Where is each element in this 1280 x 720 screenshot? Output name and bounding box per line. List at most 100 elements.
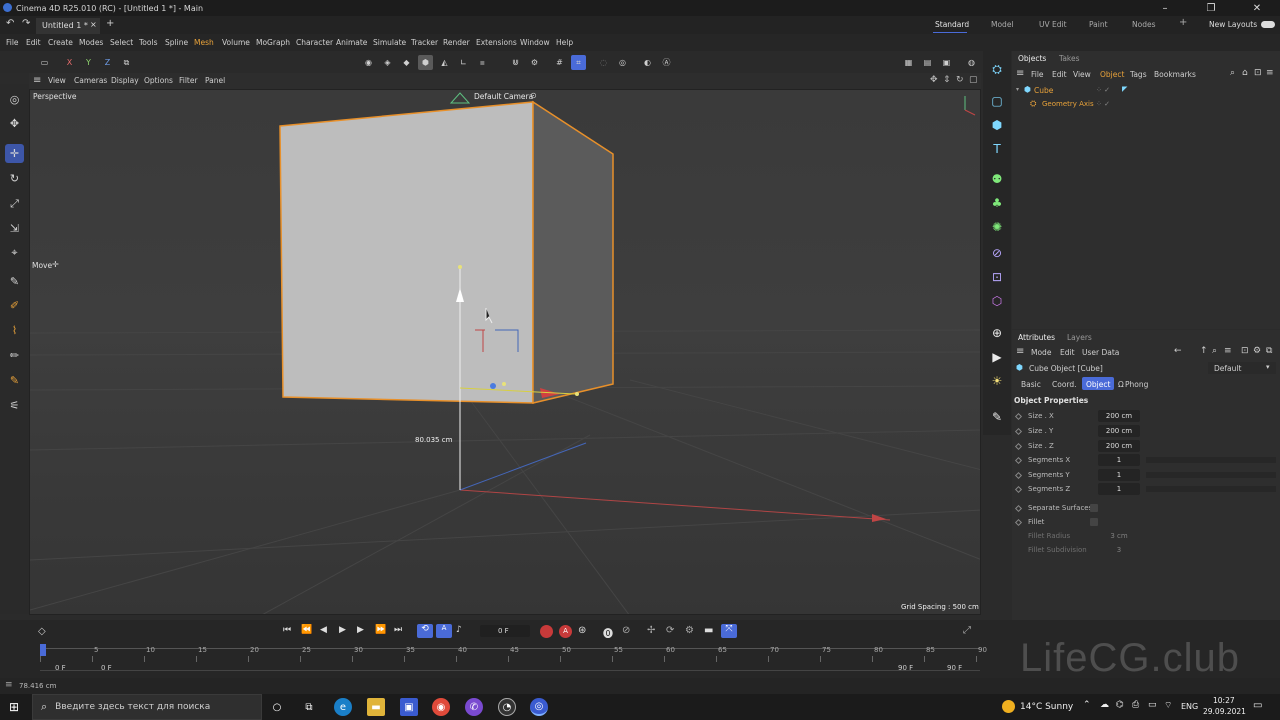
scale-key-icon[interactable]: ✢ xyxy=(647,625,655,636)
viewport-maximize-icon[interactable]: ▢ xyxy=(969,75,978,85)
field-icon[interactable]: ⊡ xyxy=(987,267,1007,287)
up-arrow-icon[interactable]: ↑ xyxy=(1200,346,1208,356)
objects-hamburger-icon[interactable]: ≡ xyxy=(1016,68,1024,79)
windows-start-icon[interactable]: ⊞ xyxy=(9,700,19,714)
points-mode-icon[interactable]: ◉ xyxy=(361,55,376,70)
pencil-icon[interactable]: ✎ xyxy=(5,371,24,390)
current-frame-field[interactable]: 0 F xyxy=(480,625,530,637)
layout-model[interactable]: Model xyxy=(991,20,1014,29)
property-size-y[interactable]: Size . Y 200 cm xyxy=(1012,425,1280,439)
visibility-icon[interactable]: ⁘ ✓ xyxy=(1096,100,1110,108)
cube-object-icon[interactable]: ⬢ xyxy=(987,115,1007,135)
render-view-icon[interactable]: ▦ xyxy=(901,55,916,70)
property-segments-z[interactable]: Segments Z 1 xyxy=(1012,483,1280,497)
add-tab-button[interactable]: + xyxy=(106,18,114,29)
light-object-icon[interactable]: ☀ xyxy=(987,371,1007,391)
lock-icon[interactable]: ⊡ xyxy=(1254,68,1262,78)
transform-icon[interactable]: ⇲ xyxy=(5,219,24,238)
menu-select[interactable]: Select xyxy=(110,38,133,47)
keyframe-icon[interactable] xyxy=(1014,456,1023,465)
property-separate-surfaces[interactable]: Separate Surfaces xyxy=(1012,502,1280,516)
property-value[interactable]: 200 cm xyxy=(1098,440,1140,452)
objects-menu-edit[interactable]: Edit xyxy=(1052,70,1067,79)
text-object-icon[interactable]: T xyxy=(987,139,1007,159)
workplane-icon[interactable]: ▭ xyxy=(37,55,52,70)
keyframe-icon[interactable] xyxy=(1014,504,1023,513)
transform-multi-icon[interactable]: ⌖ xyxy=(5,243,24,262)
tray-arrow-icon[interactable]: ⌃ xyxy=(1083,700,1091,710)
clock-date[interactable]: 29.09.2021 xyxy=(1203,707,1246,716)
property-segments-y[interactable]: Segments Y 1 xyxy=(1012,469,1280,483)
menu-render[interactable]: Render xyxy=(443,38,470,47)
menu-extensions[interactable]: Extensions xyxy=(476,38,517,47)
keyframe-icon[interactable] xyxy=(1014,518,1023,527)
quantize-icon[interactable]: # xyxy=(552,55,567,70)
spline-sketch-icon[interactable]: ✐ xyxy=(5,296,24,315)
checkbox[interactable] xyxy=(1090,518,1098,526)
viber-icon[interactable]: ✆ xyxy=(465,698,483,716)
attributes-settings-icon[interactable]: ⚙ xyxy=(1253,346,1261,356)
segments-slider[interactable] xyxy=(1146,457,1276,463)
redshift-icon[interactable]: ◍ xyxy=(964,55,979,70)
interpolation-icon[interactable]: ⤧ xyxy=(721,624,737,638)
axis-mode-icon[interactable]: ∟ xyxy=(456,55,471,70)
soft-select-icon[interactable]: ◌ xyxy=(596,55,611,70)
language-indicator[interactable]: ENG xyxy=(1181,702,1198,711)
playback-rate-icon[interactable]: A xyxy=(436,624,452,638)
tag-icon[interactable]: ◤ xyxy=(1122,85,1127,93)
viewport[interactable]: Perspective Default Camera ⊙ Move ✛ 80.0… xyxy=(29,89,981,615)
keyframe-icon[interactable] xyxy=(1014,485,1023,494)
taskbar-search[interactable]: ⌕ Введите здесь текст для поиска xyxy=(32,694,262,720)
rotate-tool-icon[interactable]: ↻ xyxy=(5,169,24,188)
viewport-zoom-icon[interactable]: ⇕ xyxy=(943,75,951,85)
weather-icon[interactable] xyxy=(1002,700,1015,713)
close-tab-icon[interactable]: × xyxy=(90,20,97,29)
knife-icon[interactable]: ⚟ xyxy=(5,396,24,415)
null-object-icon[interactable]: ▢ xyxy=(987,91,1007,111)
move-tool-icon[interactable]: ✛ xyxy=(5,144,24,163)
render-icon[interactable]: Ⓐ xyxy=(659,55,674,70)
home-icon[interactable]: ⌂ xyxy=(1242,68,1248,78)
tab-layers[interactable]: Layers xyxy=(1067,333,1092,342)
chrome-icon[interactable]: ◉ xyxy=(432,698,450,716)
grid-snap-icon[interactable]: ⌗ xyxy=(571,55,586,70)
attributes-menu-edit[interactable]: Edit xyxy=(1060,348,1075,357)
wifi-icon[interactable]: ⌔ xyxy=(1164,700,1172,711)
position-key-icon[interactable]: ⓿ xyxy=(603,625,613,640)
layout-standard[interactable]: Standard xyxy=(935,20,969,29)
edge-browser-icon[interactable]: e xyxy=(334,698,352,716)
render-settings-icon[interactable]: ▣ xyxy=(939,55,954,70)
expand-arrow-icon[interactable]: ▾ xyxy=(1016,86,1019,93)
menu-animate[interactable]: Animate xyxy=(336,38,367,47)
selection-icon[interactable]: ◎ xyxy=(5,90,24,109)
file-explorer-icon[interactable]: ▬ xyxy=(367,698,385,716)
camera-object-icon[interactable]: ▶ xyxy=(987,347,1007,367)
auto-key-icon[interactable]: A xyxy=(559,625,572,638)
timeline-icon[interactable]: ▬ xyxy=(704,625,713,636)
symmetry-icon[interactable]: ◎ xyxy=(615,55,630,70)
preset-dropdown[interactable]: Default ▾ xyxy=(1208,362,1276,374)
mograph-icon[interactable]: ⬡ xyxy=(987,291,1007,311)
status-menu-icon[interactable]: ≡ xyxy=(5,680,13,690)
property-size-x[interactable]: Size . X 200 cm xyxy=(1012,410,1280,424)
app-icon[interactable]: ◔ xyxy=(498,698,516,716)
playhead[interactable] xyxy=(40,644,46,656)
property-segments-x[interactable]: Segments X 1 xyxy=(1012,454,1280,468)
tab-attributes[interactable]: Attributes xyxy=(1018,333,1055,342)
menu-tracker[interactable]: Tracker xyxy=(411,38,438,47)
cortana-icon[interactable]: ○ xyxy=(268,698,286,716)
subtab-object[interactable]: Object xyxy=(1086,380,1110,389)
viewport-menu-cameras[interactable]: Cameras xyxy=(74,76,107,85)
keyframe-icon[interactable] xyxy=(1014,442,1023,451)
cinema4d-taskbar-icon[interactable]: ◎ xyxy=(530,698,548,716)
snap-settings-icon[interactable]: ⚙ xyxy=(527,55,542,70)
camera-label[interactable]: Default Camera xyxy=(474,92,533,101)
visibility-icon[interactable]: ⁘ ✓ xyxy=(1096,86,1110,94)
menu-edit[interactable]: Edit xyxy=(26,38,41,47)
segments-slider[interactable] xyxy=(1146,472,1276,478)
lock-y-button[interactable]: Y xyxy=(81,55,96,70)
clock-time[interactable]: 10:27 xyxy=(1213,696,1235,705)
objects-menu-object[interactable]: Object xyxy=(1100,70,1124,79)
attributes-filter-icon[interactable]: ≡ xyxy=(1224,346,1232,356)
subtab-basic[interactable]: Basic xyxy=(1021,380,1041,389)
